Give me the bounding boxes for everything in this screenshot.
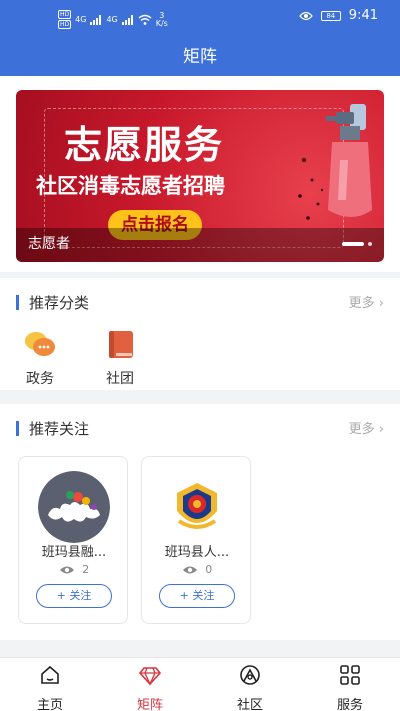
community-icon bbox=[240, 665, 260, 685]
signal-icon bbox=[121, 14, 133, 25]
page-title: 矩阵 bbox=[183, 47, 217, 67]
chevron-right-icon: › bbox=[378, 422, 384, 437]
chevron-right-icon: › bbox=[378, 296, 384, 311]
bottom-tab-bar: 主页 矩阵 社区 服务 bbox=[0, 657, 400, 711]
carousel-dot-active bbox=[342, 242, 364, 246]
section-title: 推荐分类 bbox=[29, 294, 90, 312]
app-header: HD HD 4G 4G 3 K/s 84 9:41 矩阵 bbox=[0, 0, 400, 76]
tab-home[interactable]: 主页 bbox=[0, 664, 100, 711]
category-label: 政务 bbox=[26, 371, 54, 387]
view-count: 0 bbox=[142, 563, 252, 576]
network-speed: 3 K/s bbox=[155, 11, 168, 28]
network-type: 4G bbox=[106, 15, 118, 24]
spray-bottle-icon bbox=[298, 104, 372, 220]
banner-carousel[interactable]: 志愿服务 社区消毒志愿者招聘 点击报名 志愿者 bbox=[16, 90, 384, 262]
category-item-government[interactable]: 政务 bbox=[10, 330, 70, 388]
view-count-value: 0 bbox=[205, 563, 213, 576]
section-accent-bar bbox=[16, 421, 19, 436]
eye-icon bbox=[59, 566, 74, 574]
cloud-emblem-logo bbox=[38, 471, 110, 543]
banner-subtitle: 社区消毒志愿者招聘 bbox=[36, 174, 225, 198]
banner-caption-overlay bbox=[16, 228, 384, 262]
category-item-club[interactable]: 社团 bbox=[90, 330, 150, 388]
status-left: HD HD 4G 4G 3 K/s bbox=[58, 10, 168, 29]
hd-badges: HD HD bbox=[58, 10, 72, 29]
signal-icon bbox=[90, 14, 102, 25]
tab-label: 服务 bbox=[336, 698, 363, 711]
eye-icon bbox=[182, 566, 197, 574]
section-header: 推荐关注 bbox=[16, 418, 89, 439]
police-emblem-logo bbox=[161, 471, 233, 543]
follow-card[interactable]: 班玛县融... 2 + 关注 bbox=[18, 456, 128, 624]
tab-matrix[interactable]: 矩阵 bbox=[100, 664, 200, 711]
diamond-icon bbox=[138, 667, 162, 686]
chat-bubbles-icon bbox=[24, 330, 56, 360]
follow-button[interactable]: + 关注 bbox=[159, 584, 235, 608]
tab-label: 社区 bbox=[236, 698, 263, 711]
network-speed-unit: K/s bbox=[155, 18, 168, 28]
follow-card[interactable]: 班玛县人... 0 + 关注 bbox=[141, 456, 251, 624]
tab-label: 矩阵 bbox=[136, 698, 163, 711]
hd-badge: HD bbox=[58, 20, 72, 29]
hd-badge: HD bbox=[58, 10, 72, 19]
section-header: 推荐分类 bbox=[16, 292, 89, 313]
view-count-value: 2 bbox=[82, 563, 90, 576]
tab-label: 主页 bbox=[36, 698, 63, 711]
network-type: 4G bbox=[75, 15, 87, 24]
battery-indicator: 84 bbox=[320, 10, 341, 21]
grid-icon bbox=[340, 665, 360, 685]
more-label: 更多 bbox=[348, 422, 375, 437]
tab-community[interactable]: 社区 bbox=[200, 664, 300, 711]
banner-title: 志愿服务 bbox=[64, 123, 225, 167]
recommended-categories-section: 推荐分类 更多 › 政务 社团 bbox=[0, 278, 400, 390]
tab-services[interactable]: 服务 bbox=[300, 664, 400, 711]
account-name: 班玛县人... bbox=[164, 545, 230, 560]
account-name: 班玛县融... bbox=[41, 545, 107, 560]
more-link[interactable]: 更多 › bbox=[349, 418, 384, 437]
banner-section: 志愿服务 社区消毒志愿者招聘 点击报名 志愿者 bbox=[0, 76, 400, 272]
more-link[interactable]: 更多 › bbox=[349, 292, 384, 311]
section-accent-bar bbox=[16, 295, 19, 310]
view-count: 2 bbox=[19, 563, 129, 576]
carousel-dot bbox=[368, 242, 372, 246]
category-label: 社团 bbox=[106, 371, 134, 387]
eye-icon bbox=[298, 11, 313, 20]
carousel-indicator bbox=[342, 242, 372, 246]
more-label: 更多 bbox=[348, 296, 375, 311]
follow-button[interactable]: + 关注 bbox=[36, 584, 112, 608]
book-icon bbox=[104, 330, 136, 360]
home-icon bbox=[41, 665, 59, 684]
section-title: 推荐关注 bbox=[29, 420, 90, 438]
wifi-icon bbox=[138, 14, 152, 25]
status-right: 84 9:41 bbox=[298, 8, 378, 23]
recommended-follows-section: 推荐关注 更多 › 班玛县融... 2 + 关注 班玛县人... 0 + 关注 bbox=[0, 404, 400, 640]
banner-caption: 志愿者 bbox=[28, 236, 70, 252]
status-bar: HD HD 4G 4G 3 K/s 84 9:41 bbox=[0, 6, 400, 30]
clock: 9:41 bbox=[348, 8, 378, 23]
